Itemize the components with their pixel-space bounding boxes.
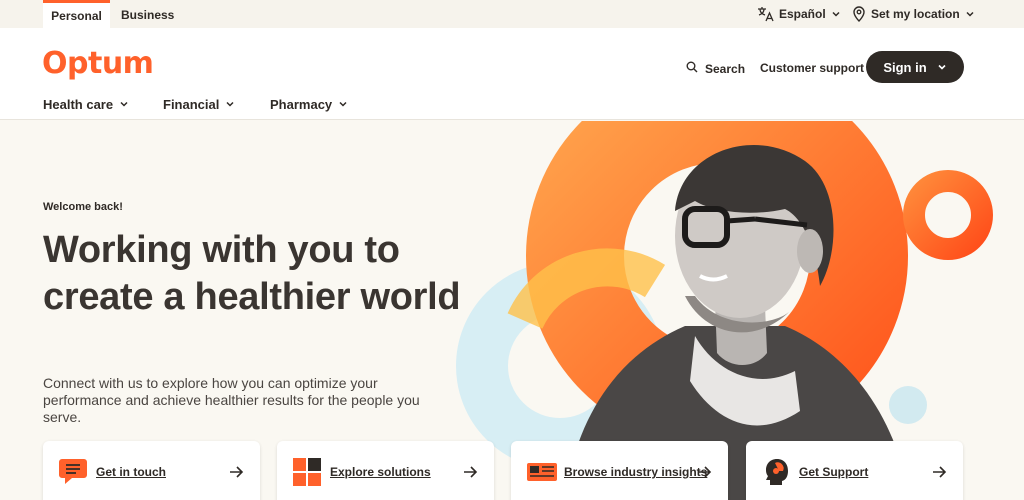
card-label: Explore solutions xyxy=(330,465,431,479)
search-label: Search xyxy=(705,61,746,76)
hero-section: Welcome back! Working with you to create… xyxy=(0,121,1024,500)
head-support-icon xyxy=(761,457,793,487)
hero-headline: Working with you to create a healthier w… xyxy=(43,229,461,318)
search-button[interactable]: Search xyxy=(686,61,745,76)
sign-in-label: Sign in xyxy=(883,59,927,75)
utility-bar: Personal Business Español Set my locatio… xyxy=(0,0,1024,28)
newspaper-icon xyxy=(526,457,558,487)
grid-blocks-icon xyxy=(292,457,324,487)
location-selector[interactable]: Set my location xyxy=(852,0,975,28)
nav-health-care[interactable]: Health care xyxy=(43,97,129,112)
nav-pharmacy[interactable]: Pharmacy xyxy=(270,97,348,112)
chat-bubble-icon xyxy=(58,457,90,487)
card-explore-solutions[interactable]: Explore solutions xyxy=(277,441,494,500)
search-icon xyxy=(686,61,698,76)
chevron-down-icon xyxy=(937,60,947,75)
chevron-down-icon xyxy=(338,97,348,112)
arrow-right-icon xyxy=(931,464,947,485)
location-pin-icon xyxy=(852,6,866,22)
nav-label: Pharmacy xyxy=(270,97,333,112)
welcome-message: Welcome back! xyxy=(43,201,123,213)
translate-icon xyxy=(757,6,774,22)
chevron-down-icon xyxy=(225,97,235,112)
site-header: Optum Search Customer support Sign in He… xyxy=(0,28,1024,120)
optum-logo[interactable]: Optum xyxy=(42,46,154,81)
chevron-down-icon xyxy=(965,9,975,19)
sign-in-button[interactable]: Sign in xyxy=(866,51,964,83)
language-label: Español xyxy=(779,7,826,21)
nav-label: Health care xyxy=(43,97,114,112)
chevron-down-icon xyxy=(831,9,841,19)
card-label: Get in touch xyxy=(96,465,166,479)
card-label: Get Support xyxy=(799,465,869,479)
arrow-right-icon xyxy=(696,464,712,485)
tab-business[interactable]: Business xyxy=(121,0,174,28)
arrow-right-icon xyxy=(228,464,244,485)
nav-financial[interactable]: Financial xyxy=(163,97,235,112)
hero-subtext: Connect with us to explore how you can o… xyxy=(43,375,420,425)
arrow-right-icon xyxy=(462,464,478,485)
tab-personal[interactable]: Personal xyxy=(43,0,110,28)
nav-label: Financial xyxy=(163,97,220,112)
card-browse-insights[interactable]: Browse industry insights xyxy=(511,441,728,500)
card-get-in-touch[interactable]: Get in touch xyxy=(43,441,260,500)
chevron-down-icon xyxy=(119,97,129,112)
card-label: Browse industry insights xyxy=(564,465,708,479)
card-get-support[interactable]: Get Support xyxy=(746,441,963,500)
customer-support-link[interactable]: Customer support xyxy=(760,61,864,75)
language-selector[interactable]: Español xyxy=(757,0,841,28)
location-label: Set my location xyxy=(871,7,960,21)
